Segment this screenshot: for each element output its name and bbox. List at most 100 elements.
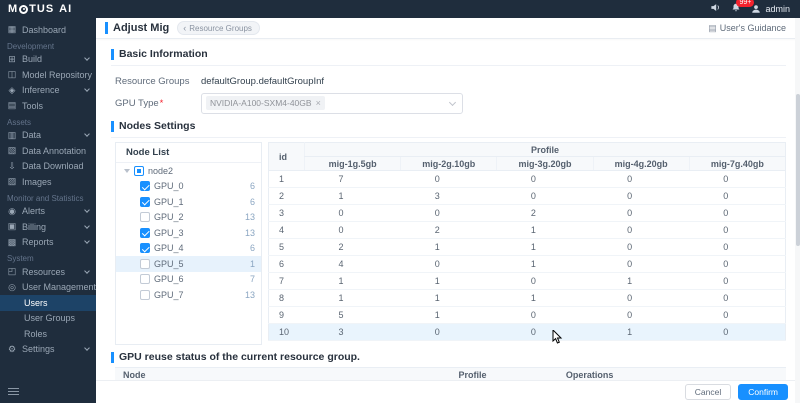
profile-row-7[interactable]: 711010 xyxy=(268,272,786,290)
users-guidance-link[interactable]: User's Guidance xyxy=(708,23,786,34)
profile-row-id: 7 xyxy=(268,272,305,290)
sidebar-item-billing[interactable]: Billing xyxy=(0,219,96,235)
profile-cell-value: 0 xyxy=(593,204,690,222)
model-repo-icon xyxy=(7,69,17,80)
sidebar-item-user-groups[interactable]: User Groups xyxy=(0,311,96,327)
gpu-count: 13 xyxy=(244,212,255,223)
sidebar-item-alerts[interactable]: Alerts xyxy=(0,204,96,220)
gpu-type-select[interactable]: NVIDIA-A100-SXM4-40GB xyxy=(201,92,463,114)
gpu-tree-list: GPU_0 6 GPU_1 6 GPU_2 13 GPU_3 13 GPU_4 6 GPU_5 1 GP… xyxy=(116,179,261,303)
profile-row-9[interactable]: 951000 xyxy=(268,306,786,324)
profile-cell-value: 0 xyxy=(400,323,497,341)
profile-row-6[interactable]: 640100 xyxy=(268,255,786,273)
section-gpu-reuse: GPU reuse status of the current resource… xyxy=(111,351,786,363)
sidebar-section-monitor-and-statistics: Monitor and Statistics xyxy=(7,193,84,203)
sidebar-collapse-icon[interactable] xyxy=(8,386,19,397)
notifications-bell-icon[interactable]: 99+ xyxy=(731,0,755,16)
node2-checkbox[interactable] xyxy=(134,165,144,176)
tree-node-gpu-4[interactable]: GPU_4 6 xyxy=(116,241,261,257)
settings-icon xyxy=(7,344,17,355)
profile-row-2[interactable]: 213000 xyxy=(268,187,786,205)
profile-row-4[interactable]: 402100 xyxy=(268,221,786,239)
gpu-count: 1 xyxy=(249,258,255,269)
tree-node-gpu-7[interactable]: GPU_7 13 xyxy=(116,287,261,303)
reuse-col-node: Node xyxy=(123,370,146,380)
gpu-7-checkbox[interactable] xyxy=(140,289,150,300)
profile-cell-value: 0 xyxy=(496,306,594,324)
tree-node-node2[interactable]: node2 xyxy=(116,163,261,179)
profile-cell-value: 2 xyxy=(400,221,497,239)
profile-row-id: 9 xyxy=(268,306,305,324)
gpu-0-checkbox[interactable] xyxy=(140,181,150,192)
profile-cell-value: 0 xyxy=(496,272,594,290)
sidebar-item-label: Tools xyxy=(22,100,44,111)
profile-row-1[interactable]: 170000 xyxy=(268,170,786,188)
sidebar-item-reports[interactable]: Reports xyxy=(0,235,96,251)
gpu-count: 13 xyxy=(244,227,255,238)
gpu-label: GPU_5 xyxy=(154,258,184,269)
breadcrumb-back-tag[interactable]: Resource Groups xyxy=(177,21,260,35)
gpu-5-checkbox[interactable] xyxy=(140,258,150,269)
reuse-col-operations: Operations xyxy=(565,370,614,380)
tree-node-gpu-1[interactable]: GPU_1 6 xyxy=(116,194,261,210)
gpu-type-row: GPU Type* NVIDIA-A100-SXM4-40GB xyxy=(115,92,786,114)
tree-node-gpu-3[interactable]: GPU_3 13 xyxy=(116,225,261,241)
profile-cell-value: 0 xyxy=(689,255,786,273)
profile-row-3[interactable]: 300200 xyxy=(268,204,786,222)
sidebar-item-dashboard[interactable]: Dashboard xyxy=(0,22,96,38)
user-menu[interactable]: admin xyxy=(751,4,790,14)
tree-node-gpu-2[interactable]: GPU_2 13 xyxy=(116,210,261,226)
gpu-1-checkbox[interactable] xyxy=(140,196,150,207)
sidebar-item-images[interactable]: Images xyxy=(0,174,96,190)
gpu-4-checkbox[interactable] xyxy=(140,243,150,254)
notification-badge: 99+ xyxy=(736,0,755,7)
sidebar-item-label: Alerts xyxy=(22,206,46,217)
vertical-scrollbar[interactable] xyxy=(795,18,800,403)
sidebar-item-user-management[interactable]: User Management xyxy=(0,280,96,296)
data-icon xyxy=(7,130,17,141)
profile-row-8[interactable]: 811100 xyxy=(268,289,786,307)
sidebar-section-development: Development xyxy=(7,41,55,51)
profile-cell-value: 0 xyxy=(593,255,690,273)
gpu-6-checkbox[interactable] xyxy=(140,274,150,285)
section-accent-bar xyxy=(111,351,114,363)
profile-column-header-mig-7g-40gb: mig-7g.40gb xyxy=(688,156,786,171)
sidebar-item-label: Data Annotation xyxy=(22,145,87,156)
sidebar-item-model-repository[interactable]: Model Repository xyxy=(0,67,96,83)
sidebar-item-settings[interactable]: Settings xyxy=(0,342,96,358)
profile-row-5[interactable]: 521100 xyxy=(268,238,786,256)
divider xyxy=(111,65,786,66)
tag-close-icon[interactable] xyxy=(316,98,321,108)
tree-node-gpu-0[interactable]: GPU_0 6 xyxy=(116,179,261,195)
chevron-down-icon xyxy=(84,207,90,214)
gpu-type-tag: NVIDIA-A100-SXM4-40GB xyxy=(206,96,325,110)
scrollbar-thumb[interactable] xyxy=(795,94,800,246)
profile-row-id: 10 xyxy=(268,323,305,341)
sidebar-item-data[interactable]: Data xyxy=(0,128,96,144)
sidebar-item-tools[interactable]: Tools xyxy=(0,98,96,114)
sidebar-item-resources[interactable]: Resources xyxy=(0,264,96,280)
gpu-2-checkbox[interactable] xyxy=(140,212,150,223)
sidebar-item-build[interactable]: Build xyxy=(0,52,96,68)
profile-cell-value: 0 xyxy=(400,170,497,188)
sidebar-item-roles[interactable]: Roles xyxy=(0,326,96,342)
tree-expand-caret[interactable] xyxy=(124,168,130,173)
tree-node-gpu-6[interactable]: GPU_6 7 xyxy=(116,272,261,288)
confirm-button[interactable]: Confirm xyxy=(738,384,788,400)
sidebar-item-data-annotation[interactable]: Data Annotation xyxy=(0,143,96,159)
gpu-reuse-table-header: Node Profile Operations xyxy=(115,367,786,380)
gpu-count: 6 xyxy=(249,181,255,192)
profile-cell-value: 5 xyxy=(304,306,401,324)
profile-cell-value: 1 xyxy=(304,187,401,205)
profile-cell-value: 0 xyxy=(689,187,786,205)
cancel-button[interactable]: Cancel xyxy=(684,384,732,400)
tree-node-gpu-5[interactable]: GPU_5 1 xyxy=(116,256,261,272)
sidebar-item-inference[interactable]: Inference xyxy=(0,83,96,99)
gpu-3-checkbox[interactable] xyxy=(140,227,150,238)
sidebar-item-users[interactable]: Users xyxy=(0,295,96,311)
profile-cell-value: 0 xyxy=(593,238,690,256)
volume-icon[interactable] xyxy=(710,2,721,16)
profile-row-10[interactable]: 10 3 0 0 1 0 xyxy=(268,323,786,341)
logo-text-ai: AI xyxy=(59,3,73,15)
sidebar-item-data-download[interactable]: Data Download xyxy=(0,159,96,175)
